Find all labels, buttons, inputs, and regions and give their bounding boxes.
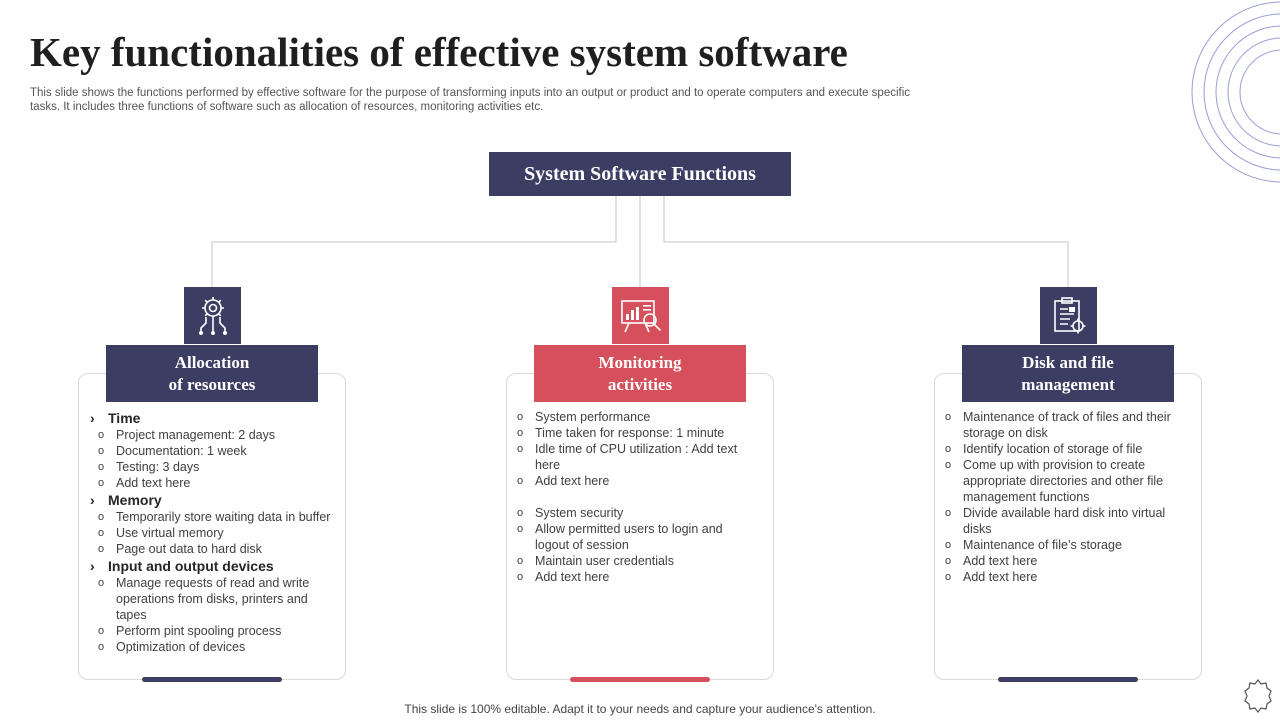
gear-circuit-icon <box>198 296 227 335</box>
monitoring-header-line2: activities <box>607 374 673 394</box>
list-item: Maintenance of track of files and their … <box>935 409 1181 441</box>
list-item: Add text here <box>88 475 336 491</box>
list-item: Maintain user credentials <box>507 553 747 569</box>
list-item: System security <box>507 505 747 521</box>
gear-outline-icon <box>1244 679 1272 713</box>
chart-magnifier-icon <box>620 299 661 332</box>
document-gear-icon <box>1053 296 1085 333</box>
disk-header: Disk and file management <box>962 345 1174 402</box>
list-item: System performance <box>507 409 747 425</box>
list-item: Add text here <box>507 473 747 489</box>
list-item: Optimization of devices <box>88 639 336 655</box>
monitoring-card-bar <box>570 677 710 682</box>
allocation-header-line2: of resources <box>168 374 256 394</box>
list-item: Page out data to hard disk <box>88 541 336 557</box>
list-item: Use virtual memory <box>88 525 336 541</box>
list-item: Time taken for response: 1 minute <box>507 425 747 441</box>
root-node: System Software Functions <box>489 152 791 196</box>
allocation-icon-box <box>184 287 241 344</box>
monitoring-icon-box <box>612 287 669 344</box>
list-item: Identify location of storage of file <box>935 441 1181 457</box>
list-item: Temporarily store waiting data in buffer <box>88 509 336 525</box>
allocation-list: Time Project management: 2 days Document… <box>88 409 336 655</box>
section-heading-time: Time <box>88 410 336 427</box>
footer-note: This slide is 100% editable. Adapt it to… <box>404 702 876 716</box>
section-heading-memory: Memory <box>88 492 336 509</box>
allocation-card-bar <box>142 677 282 682</box>
allocation-header-line1: Allocation <box>174 352 250 372</box>
list-item: Allow permitted users to login and logou… <box>507 521 747 553</box>
allocation-header: Allocation of resources <box>106 345 318 402</box>
disk-card-bar <box>998 677 1138 682</box>
list-item: Manage requests of read and write operat… <box>88 575 336 623</box>
root-node-label: System Software Functions <box>524 162 756 185</box>
list-item: Add text here <box>935 569 1181 585</box>
list-item: Come up with provision to create appropr… <box>935 457 1181 505</box>
list-item: Perform pint spooling process <box>88 623 336 639</box>
list-item: Divide available hard disk into virtual … <box>935 505 1181 537</box>
section-heading-io-devices: Input and output devices <box>88 558 336 575</box>
list-spacer <box>507 489 747 505</box>
list-item: Maintenance of file’s storage <box>935 537 1181 553</box>
disk-list: Maintenance of track of files and their … <box>935 409 1181 585</box>
monitoring-header: Monitoring activities <box>534 345 746 402</box>
disk-header-line2: management <box>1021 374 1115 394</box>
list-item: Idle time of CPU utilization : Add text … <box>507 441 747 473</box>
list-item: Documentation: 1 week <box>88 443 336 459</box>
disk-icon-box <box>1040 287 1097 344</box>
list-item: Add text here <box>935 553 1181 569</box>
monitoring-header-line1: Monitoring <box>598 352 682 372</box>
disk-header-line1: Disk and file <box>1022 352 1114 372</box>
monitoring-list: System performance Time taken for respon… <box>507 409 747 585</box>
list-item: Add text here <box>507 569 747 585</box>
list-item: Testing: 3 days <box>88 459 336 475</box>
list-item: Project management: 2 days <box>88 427 336 443</box>
